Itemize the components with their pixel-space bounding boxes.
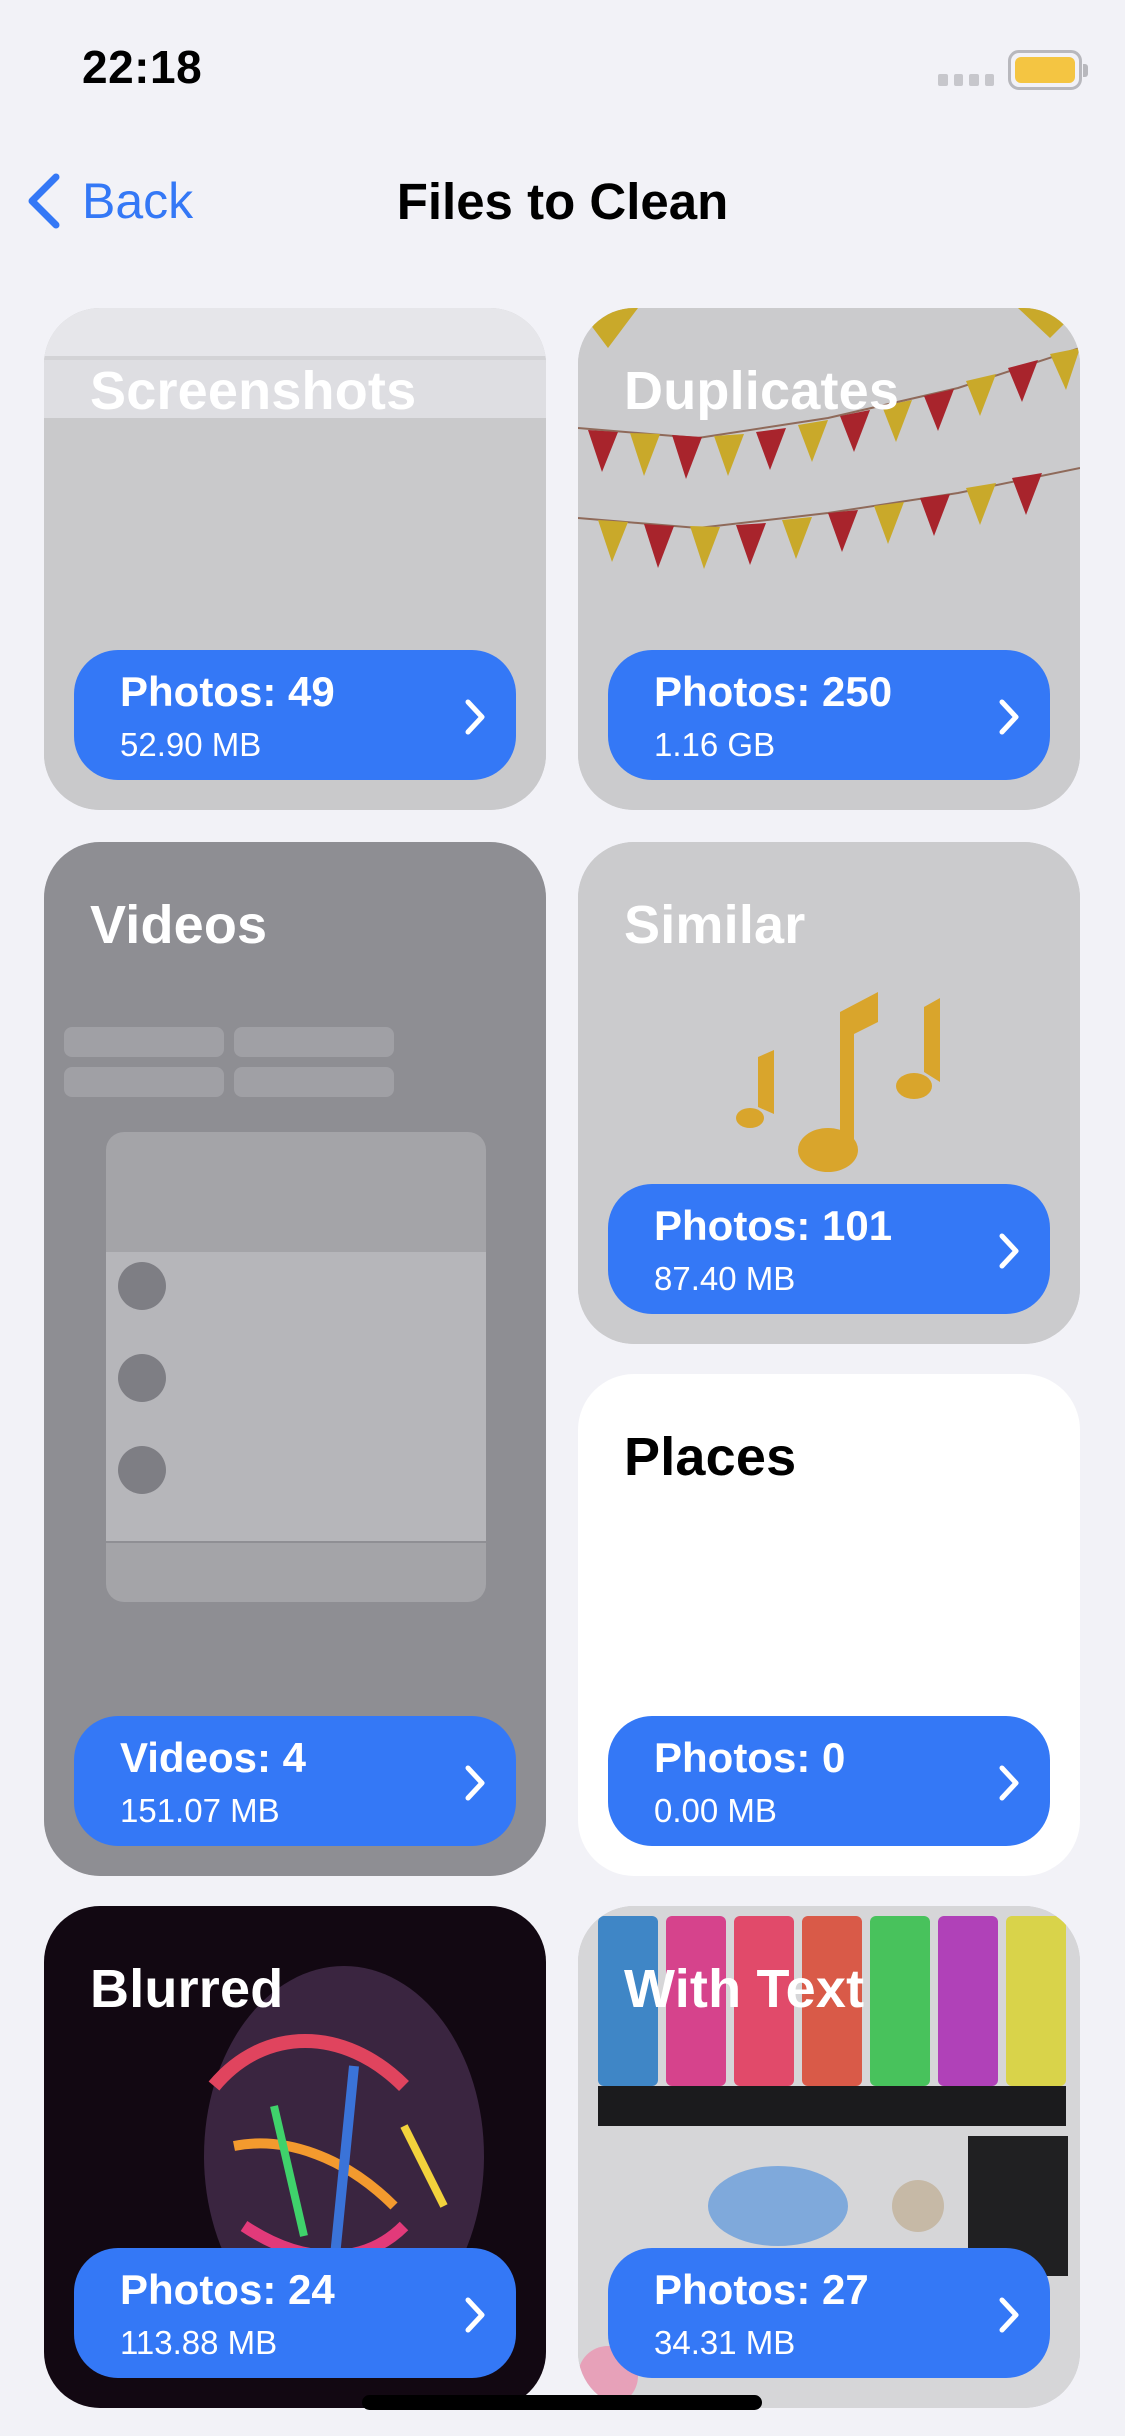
chevron-right-icon — [999, 1233, 1019, 1269]
file-size: 52.90 MB — [120, 726, 262, 763]
photo-count: Photos: 49 — [120, 668, 335, 715]
tile-blurred[interactable]: Blurred Photos: 24 113.88 MB — [44, 1906, 546, 2408]
photo-count: Photos: 27 — [654, 2266, 869, 2313]
tile-places[interactable]: Places Photos: 0 0.00 MB — [578, 1374, 1080, 1876]
chevron-right-icon — [999, 2297, 1019, 2333]
status-time: 22:18 — [82, 41, 203, 93]
file-size: 87.40 MB — [654, 1260, 796, 1297]
chevron-right-icon — [999, 1765, 1019, 1801]
tile-title: Similar — [624, 895, 806, 955]
tile-title: Duplicates — [624, 361, 900, 421]
tile-title: Screenshots — [90, 361, 417, 421]
signal-icon — [938, 74, 994, 86]
tile-similar[interactable]: Similar Photos: 101 87.40 MB — [578, 842, 1080, 1344]
battery-icon — [1008, 50, 1088, 90]
videos-open-button[interactable]: Videos: 4 151.07 MB — [74, 1716, 516, 1846]
chevron-right-icon — [999, 699, 1019, 735]
tile-with-text[interactable]: With Text Photos: 27 34.31 MB — [578, 1906, 1080, 2408]
file-size: 151.07 MB — [120, 1792, 280, 1829]
places-open-button[interactable]: Photos: 0 0.00 MB — [608, 1716, 1050, 1846]
chevron-right-icon — [465, 699, 485, 735]
nav-bar: Back Files to Clean — [0, 150, 1125, 250]
photo-count: Photos: 24 — [120, 2266, 335, 2313]
file-size: 0.00 MB — [654, 1792, 777, 1829]
blurred-open-button[interactable]: Photos: 24 113.88 MB — [74, 2248, 516, 2378]
duplicates-open-button[interactable]: Photos: 250 1.16 GB — [608, 650, 1050, 780]
chevron-right-icon — [465, 1765, 485, 1801]
with-text-open-button[interactable]: Photos: 27 34.31 MB — [608, 2248, 1050, 2378]
file-size: 1.16 GB — [654, 726, 776, 763]
chevron-right-icon — [465, 2297, 485, 2333]
tile-duplicates[interactable]: Duplicates Photos: 250 1.16 GB — [578, 308, 1080, 810]
video-count: Videos: 4 — [120, 1734, 306, 1781]
screenshots-open-button[interactable]: Photos: 49 52.90 MB — [74, 650, 516, 780]
photo-count: Photos: 0 — [654, 1734, 846, 1781]
page-title: Files to Clean — [396, 173, 729, 230]
tile-title: Blurred — [90, 1959, 284, 2019]
tile-screenshots[interactable]: Screenshots Photos: 49 52.90 MB — [44, 308, 546, 810]
tile-title: Videos — [90, 895, 268, 955]
similar-open-button[interactable]: Photos: 101 87.40 MB — [608, 1184, 1050, 1314]
file-size: 113.88 MB — [120, 2324, 278, 2361]
tile-videos[interactable]: Videos Videos: 4 151.07 MB — [44, 842, 546, 1876]
photo-count: Photos: 250 — [654, 668, 893, 715]
tile-title: With Text — [624, 1959, 865, 2019]
photo-count: Photos: 101 — [654, 1202, 893, 1249]
file-size: 34.31 MB — [654, 2324, 796, 2361]
status-bar: 22:18 — [0, 0, 1125, 140]
home-indicator[interactable] — [362, 2395, 762, 2410]
tile-title: Places — [624, 1427, 797, 1487]
